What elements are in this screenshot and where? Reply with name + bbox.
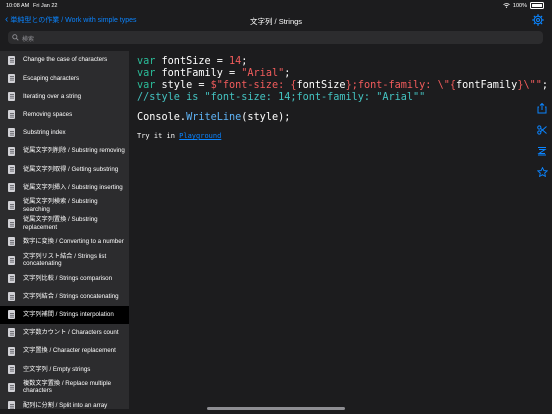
sidebar-item[interactable]: 文字列リスト結合 / Strings list concatenating <box>0 251 129 269</box>
sidebar-item-label: 文字数カウント / Characters count <box>23 329 119 337</box>
gear-icon[interactable] <box>532 14 544 26</box>
code-block: var fontSize = 14; var fontFamily = "Ari… <box>137 56 548 104</box>
document-icon <box>8 201 15 211</box>
document-icon <box>8 55 15 65</box>
document-icon <box>8 382 15 392</box>
sidebar-item-label: Escaping characters <box>23 74 80 82</box>
sidebar-item-label: 文字置換 / Character replacement <box>23 347 116 355</box>
star-icon[interactable] <box>536 167 548 177</box>
sidebar-item-label: 従属文字列置換 / Substring replacement <box>23 216 98 231</box>
battery-percent: 100% <box>512 2 527 9</box>
sidebar-item-label: 文字列比較 / Strings comparison <box>23 274 113 282</box>
document-icon <box>8 310 15 320</box>
sidebar-item-label: 複数文字置換 / Replace multiple characters <box>23 380 112 395</box>
sidebar-item-label: Removing spaces <box>23 110 73 118</box>
document-icon <box>8 273 15 283</box>
document-icon <box>8 146 15 156</box>
sidebar-item[interactable]: 文字置換 / Character replacement <box>0 342 129 360</box>
sidebar-item[interactable]: 数字に変換 / Converting to a number <box>0 233 129 251</box>
format-icon[interactable] <box>537 146 547 156</box>
sidebar-item[interactable]: 文字列補間 / Strings interpolation <box>0 305 129 324</box>
sidebar-list[interactable]: Change the case of characters Escaping ch… <box>0 51 129 409</box>
sidebar-item-label: 文字列結合 / Strings concatenating <box>23 292 119 300</box>
document-icon <box>8 292 15 302</box>
navigation-bar: ‹ 単純型との作業 / Work with simple types 文字列 /… <box>0 12 552 30</box>
battery-icon <box>530 2 544 9</box>
sidebar-item-label: Iterating over a string <box>23 92 82 100</box>
status-bar: 10:08 AM Fri Jan 22 100% <box>0 0 552 12</box>
document-icon <box>8 219 15 229</box>
side-toolbar <box>532 103 552 188</box>
try-it-prefix: Try it in <box>137 132 180 140</box>
document-icon <box>8 328 15 338</box>
document-icon <box>8 237 15 247</box>
sidebar-item[interactable]: 従属文字列置換 / Substring replacement <box>0 215 129 233</box>
sidebar-item-label: 従属文字列取得 / Getting substring <box>23 165 119 173</box>
status-date: Fri Jan 22 <box>33 3 58 9</box>
document-icon <box>8 164 15 174</box>
sidebar-item-label: 従属文字列削除 / Substring removing <box>23 147 125 155</box>
sidebar-item[interactable]: 従属文字列削除 / Substring removing <box>0 142 129 160</box>
status-right: 100% <box>503 2 544 9</box>
playground-link[interactable]: Playground <box>179 132 221 140</box>
sidebar-item-label: 従属文字列検索 / Substring searching <box>23 198 98 213</box>
sidebar-item[interactable]: 従属文字列取得 / Getting substring <box>0 160 129 178</box>
sidebar-item[interactable]: Removing spaces <box>0 106 129 124</box>
sidebar-item[interactable]: 従属文字列挿入 / Substring inserting <box>0 178 129 196</box>
document-icon <box>8 91 15 101</box>
code-line-2: var fontFamily = "Arial"; <box>137 68 291 79</box>
document-icon <box>8 128 15 138</box>
sidebar-item[interactable]: 複数文字置換 / Replace multiple characters <box>0 378 129 396</box>
code-line-1: var fontSize = 14; <box>137 56 248 67</box>
status-time: 10:08 AM <box>6 3 30 9</box>
code-view: var fontSize = 14; var fontFamily = "Ari… <box>129 51 552 409</box>
wifi-icon <box>503 3 510 8</box>
search-icon <box>12 34 19 41</box>
home-indicator <box>207 407 345 410</box>
sidebar-item[interactable]: 空文字列 / Empty strings <box>0 360 129 378</box>
document-icon <box>8 73 15 83</box>
try-it-text: Try it in Playground <box>137 132 221 140</box>
document-icon <box>8 110 15 120</box>
document-icon <box>8 364 15 374</box>
sidebar-item[interactable]: Substring index <box>0 124 129 142</box>
code-line-4: //style is "font-size: 14;font-family: "… <box>137 92 426 103</box>
sidebar-item[interactable]: 文字列結合 / Strings concatenating <box>0 287 129 305</box>
sidebar-item-label: 文字列補間 / Strings interpolation <box>23 311 114 319</box>
share-icon[interactable] <box>537 103 547 114</box>
sidebar-item-label: 配列に分割 / Split into an array <box>23 401 108 409</box>
document-icon <box>8 255 15 265</box>
sidebar-item-label: Change the case of characters <box>23 56 108 64</box>
code-call-line: Console.WriteLine(style); <box>137 112 291 123</box>
sidebar-item[interactable]: 配列に分割 / Split into an array <box>0 397 129 409</box>
scissors-icon[interactable] <box>537 125 547 135</box>
sidebar-item[interactable]: Escaping characters <box>0 69 129 87</box>
document-icon <box>8 182 15 192</box>
sidebar-item[interactable]: 文字数カウント / Characters count <box>0 324 129 342</box>
sidebar-item[interactable]: 従属文字列検索 / Substring searching <box>0 197 129 215</box>
sidebar-item[interactable]: Iterating over a string <box>0 87 129 105</box>
search-field[interactable]: 検索 <box>8 31 543 44</box>
page-title: 文字列 / Strings <box>249 17 303 26</box>
document-icon <box>8 401 15 409</box>
search-placeholder: 検索 <box>22 37 35 43</box>
sidebar-item-label: 空文字列 / Empty strings <box>23 365 91 373</box>
sidebar-item-label: 従属文字列挿入 / Substring inserting <box>23 183 123 191</box>
sidebar-item-label: 数字に変換 / Converting to a number <box>23 238 124 246</box>
sidebar-item[interactable]: 文字列比較 / Strings comparison <box>0 269 129 287</box>
sidebar-item-label: Substring index <box>23 129 66 137</box>
sidebar-item-label: 文字列リスト結合 / Strings list concatenating <box>23 252 107 268</box>
document-icon <box>8 346 15 356</box>
code-line-3: var style = $"font-size: {fontSize};font… <box>137 80 548 91</box>
sidebar-item[interactable]: Change the case of characters <box>0 51 129 69</box>
